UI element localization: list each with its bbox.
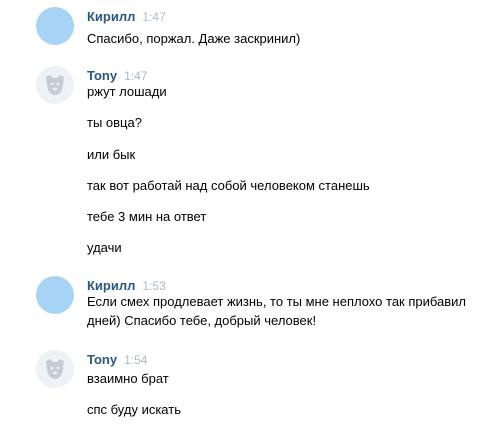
message-time[interactable]: 1:47 xyxy=(142,10,165,24)
message-text: Если смех продлевает жизнь, то ты мне не… xyxy=(87,294,467,309)
message-header: Кирилл 1:53 xyxy=(87,278,166,293)
avatar[interactable] xyxy=(36,276,74,314)
message-text: или бык xyxy=(87,147,136,162)
message-group: Кирилл 1:47 Спасибо, поржал. Даже заскрин… xyxy=(0,7,501,47)
avatar[interactable] xyxy=(36,7,74,45)
message-text: спс буду искать xyxy=(87,402,181,417)
avatar[interactable] xyxy=(36,66,74,104)
message-time[interactable]: 1:54 xyxy=(124,353,147,367)
message-group: Tony 1:47 ржут лошади ты овца? или бык та… xyxy=(0,66,501,256)
dog-icon xyxy=(46,75,64,95)
message-text: так вот работай над собой человеком стан… xyxy=(87,178,370,193)
dog-icon xyxy=(46,359,64,379)
author-name[interactable]: Кирилл xyxy=(87,9,135,24)
author-name[interactable]: Tony xyxy=(87,352,117,367)
message-text: ржут лошади xyxy=(87,84,167,99)
message-text: Спасибо, поржал. Даже заскринил) xyxy=(87,31,301,46)
message-header: Кирилл 1:47 xyxy=(87,9,166,24)
message-text: удачи xyxy=(87,240,122,255)
message-text: ты овца? xyxy=(87,115,142,130)
message-time[interactable]: 1:53 xyxy=(142,279,165,293)
avatar[interactable] xyxy=(36,350,74,388)
message-header: Tony 1:54 xyxy=(87,352,147,367)
message-group: Кирилл 1:53 Если смех продлевает жизнь, т… xyxy=(0,276,501,332)
message-time[interactable]: 1:47 xyxy=(124,69,147,83)
message-header: Tony 1:47 xyxy=(87,68,147,83)
author-name[interactable]: Tony xyxy=(87,68,117,83)
message-text: взаимно брат xyxy=(87,371,169,386)
message-text: тебе 3 мин на ответ xyxy=(87,209,207,224)
message-group: Tony 1:54 взаимно брат спс буду искать xyxy=(0,350,501,430)
message-text: дней) Спасибо тебе, добрый человек! xyxy=(87,313,317,328)
author-name[interactable]: Кирилл xyxy=(87,278,135,293)
